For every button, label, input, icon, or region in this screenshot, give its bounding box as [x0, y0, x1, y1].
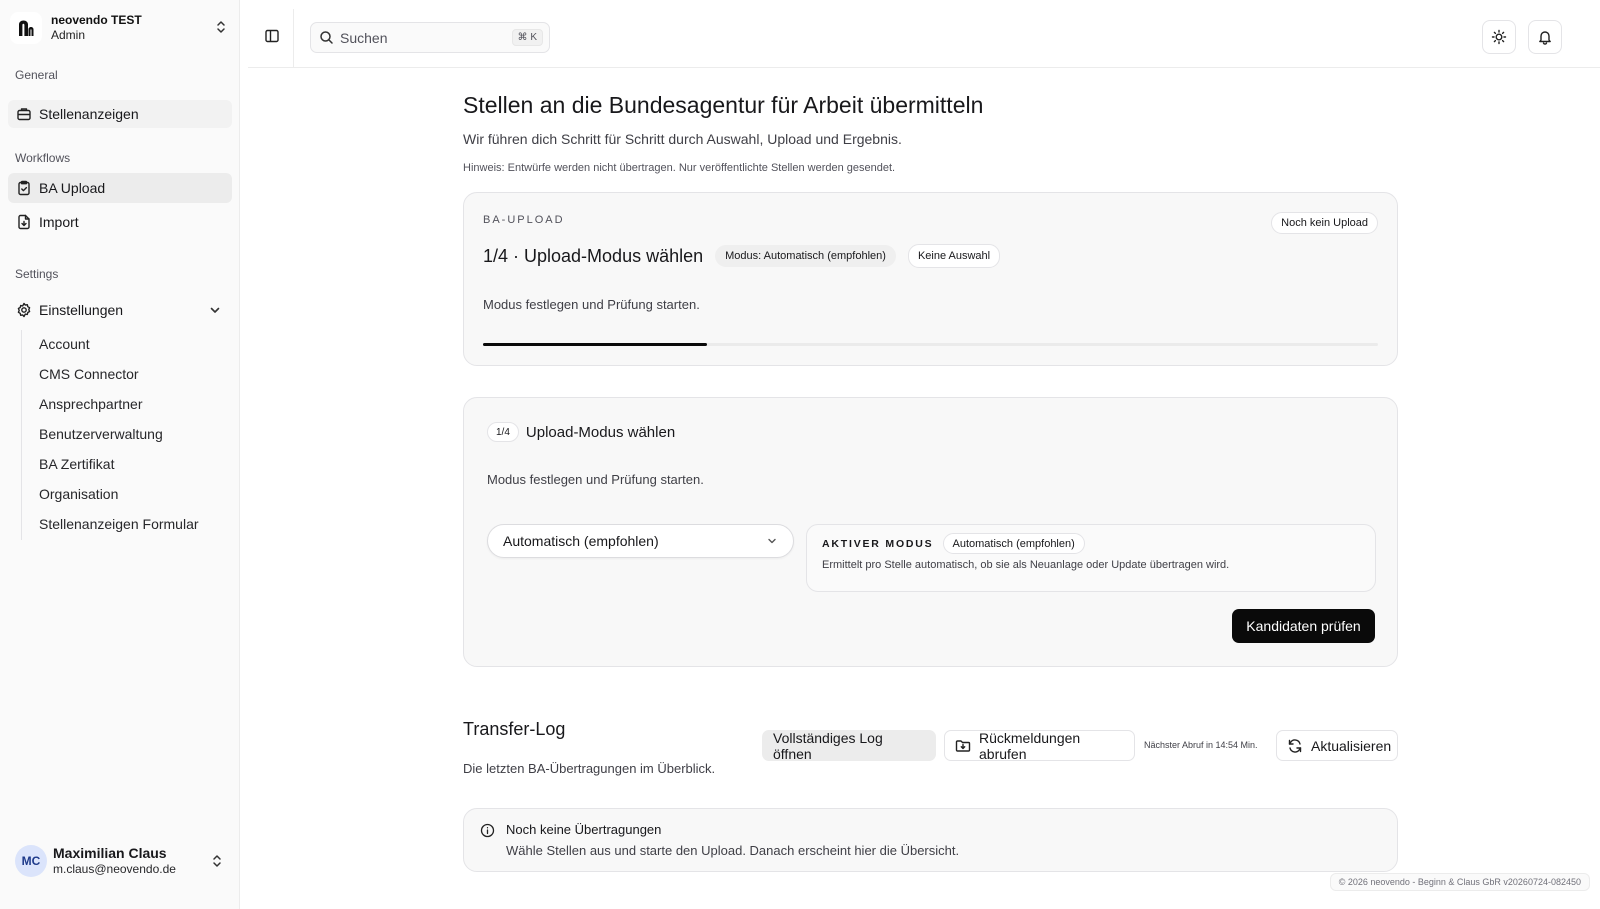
sidebar-item-label: BA Upload	[39, 180, 106, 196]
search-shortcut: ⌘ K	[511, 29, 543, 46]
footer-version: © 2026 neovendo - Beginn & Claus GbR v20…	[1329, 873, 1590, 891]
sidebar-subitem-account[interactable]: Account	[39, 336, 90, 352]
briefcase-icon	[16, 106, 32, 122]
active-mode-label: AKTIVER MODUS	[822, 537, 934, 550]
sidebar-toggle-icon[interactable]	[264, 28, 280, 44]
org-name: neovendo TEST	[51, 13, 142, 27]
selection-pill: Keine Auswahl	[907, 244, 1001, 268]
sidebar-item-stellenanzeigen[interactable]: Stellenanzeigen	[8, 100, 232, 128]
topbar: Suchen ⌘ K	[248, 0, 1600, 68]
search-icon	[319, 30, 334, 45]
bell-icon	[1537, 29, 1553, 45]
status-badge: Noch kein Upload	[1271, 212, 1378, 234]
refresh-label: Aktualisieren	[1311, 737, 1392, 754]
sidebar-item-ba-upload[interactable]: BA Upload	[8, 173, 232, 203]
refresh-icon	[1287, 738, 1303, 754]
group-label-general: General	[15, 68, 58, 82]
search-input[interactable]: Suchen ⌘ K	[310, 22, 550, 53]
org-switcher[interactable]: neovendo TEST Admin	[8, 8, 236, 48]
sidebar: neovendo TEST Admin General Stellenanzei…	[0, 0, 240, 909]
sun-icon	[1491, 29, 1507, 45]
group-label-settings: Settings	[15, 267, 59, 281]
gear-icon	[16, 302, 32, 318]
empty-state-box: Noch keine Übertragungen Wähle Stellen a…	[463, 808, 1398, 872]
sidebar-item-label: Einstellungen	[39, 302, 124, 318]
upload-status-card: BA-UPLOAD Noch kein Upload 1/4 · Upload-…	[463, 192, 1398, 366]
sidebar-subitem-benutzerverwaltung[interactable]: Benutzerverwaltung	[39, 426, 163, 442]
chevrons-up-down-icon	[210, 853, 224, 872]
select-value: Automatisch (empfohlen)	[503, 533, 659, 549]
empty-state-description: Wähle Stellen aus und starte den Upload.…	[506, 843, 960, 858]
chevrons-up-down-icon	[214, 19, 228, 38]
check-candidates-button[interactable]: Kandidaten prüfen	[1232, 609, 1375, 643]
card-eyebrow: BA-UPLOAD	[483, 214, 565, 226]
sidebar-subitem-cms-connector[interactable]: CMS Connector	[39, 366, 139, 382]
sidebar-subitem-ba-zertifikat[interactable]: BA Zertifikat	[39, 456, 114, 472]
empty-state-title: Noch keine Übertragungen	[506, 822, 662, 837]
info-icon	[480, 823, 495, 838]
step-title: 1/4 · Upload-Modus wählen	[483, 245, 704, 266]
org-role: Admin	[51, 28, 86, 42]
step-card-description: Modus festlegen und Prüfung starten.	[487, 472, 704, 487]
user-email: m.claus@neovendo.de	[53, 862, 176, 876]
sidebar-item-einstellungen[interactable]: Einstellungen	[8, 295, 232, 325]
fetch-feedback-label: Rückmeldungen abrufen	[979, 729, 1081, 762]
active-mode-box: AKTIVER MODUS Automatisch (empfohlen) Er…	[806, 524, 1376, 592]
status-description: Modus festlegen und Prüfung starten.	[483, 297, 700, 312]
theme-toggle-button[interactable]	[1482, 20, 1516, 54]
page-hint: Hinweis: Entwürfe werden nicht übertrage…	[463, 162, 896, 174]
settings-submenu: Account CMS Connector Ansprechpartner Be…	[21, 330, 221, 540]
progress-track	[483, 343, 1378, 346]
folder-download-icon	[955, 738, 971, 754]
transfer-log-subtitle: Die letzten BA-Übertragungen im Überblic…	[463, 761, 716, 776]
header-divider	[293, 9, 294, 67]
sidebar-subitem-organisation[interactable]: Organisation	[39, 486, 118, 502]
page-subtitle: Wir führen dich Schritt für Schritt durc…	[463, 131, 902, 147]
sidebar-item-label: Stellenanzeigen	[39, 106, 139, 122]
mode-pill: Modus: Automatisch (empfohlen)	[715, 245, 896, 267]
active-mode-description: Ermittelt pro Stelle automatisch, ob sie…	[822, 559, 1230, 571]
user-menu[interactable]: MC Maximilian Claus m.claus@neovendo.de	[8, 838, 236, 884]
user-name: Maximilian Claus	[53, 845, 167, 861]
active-mode-pill: Automatisch (empfohlen)	[942, 533, 1085, 554]
neovendo-logo	[10, 12, 42, 44]
notifications-button[interactable]	[1528, 20, 1562, 54]
file-import-icon	[16, 214, 32, 230]
step-card-title: Upload-Modus wählen	[525, 423, 676, 441]
sidebar-item-label: Import	[39, 214, 79, 230]
group-label-workflows: Workflows	[15, 151, 71, 165]
fetch-feedback-button[interactable]: Rückmeldungen abrufen	[944, 729, 1135, 762]
refresh-button[interactable]: Aktualisieren	[1276, 730, 1398, 761]
upload-mode-card: 1/4 Upload-Modus wählen Modus festlegen …	[463, 397, 1398, 667]
open-full-log-button[interactable]: Vollständiges Log öffnen	[762, 730, 936, 762]
upload-mode-select[interactable]: Automatisch (empfohlen)	[487, 524, 794, 558]
step-badge: 1/4	[487, 422, 519, 442]
sidebar-subitem-stellenanzeigen-formular[interactable]: Stellenanzeigen Formular	[39, 516, 199, 532]
sidebar-item-import[interactable]: Import	[8, 207, 232, 237]
chevron-down-icon	[766, 535, 778, 547]
avatar: MC	[15, 845, 47, 877]
search-placeholder: Suchen	[340, 29, 388, 46]
progress-fill	[483, 343, 707, 346]
sidebar-subitem-ansprechpartner[interactable]: Ansprechpartner	[39, 396, 143, 412]
transfer-log-title: Transfer-Log	[463, 719, 566, 739]
chevron-down-icon	[208, 303, 222, 320]
clipboard-check-icon	[16, 180, 32, 196]
next-fetch-timer: Nächster Abruf in 14:54 Min.	[1144, 740, 1258, 750]
page-title: Stellen an die Bundesagentur für Arbeit …	[463, 92, 984, 118]
